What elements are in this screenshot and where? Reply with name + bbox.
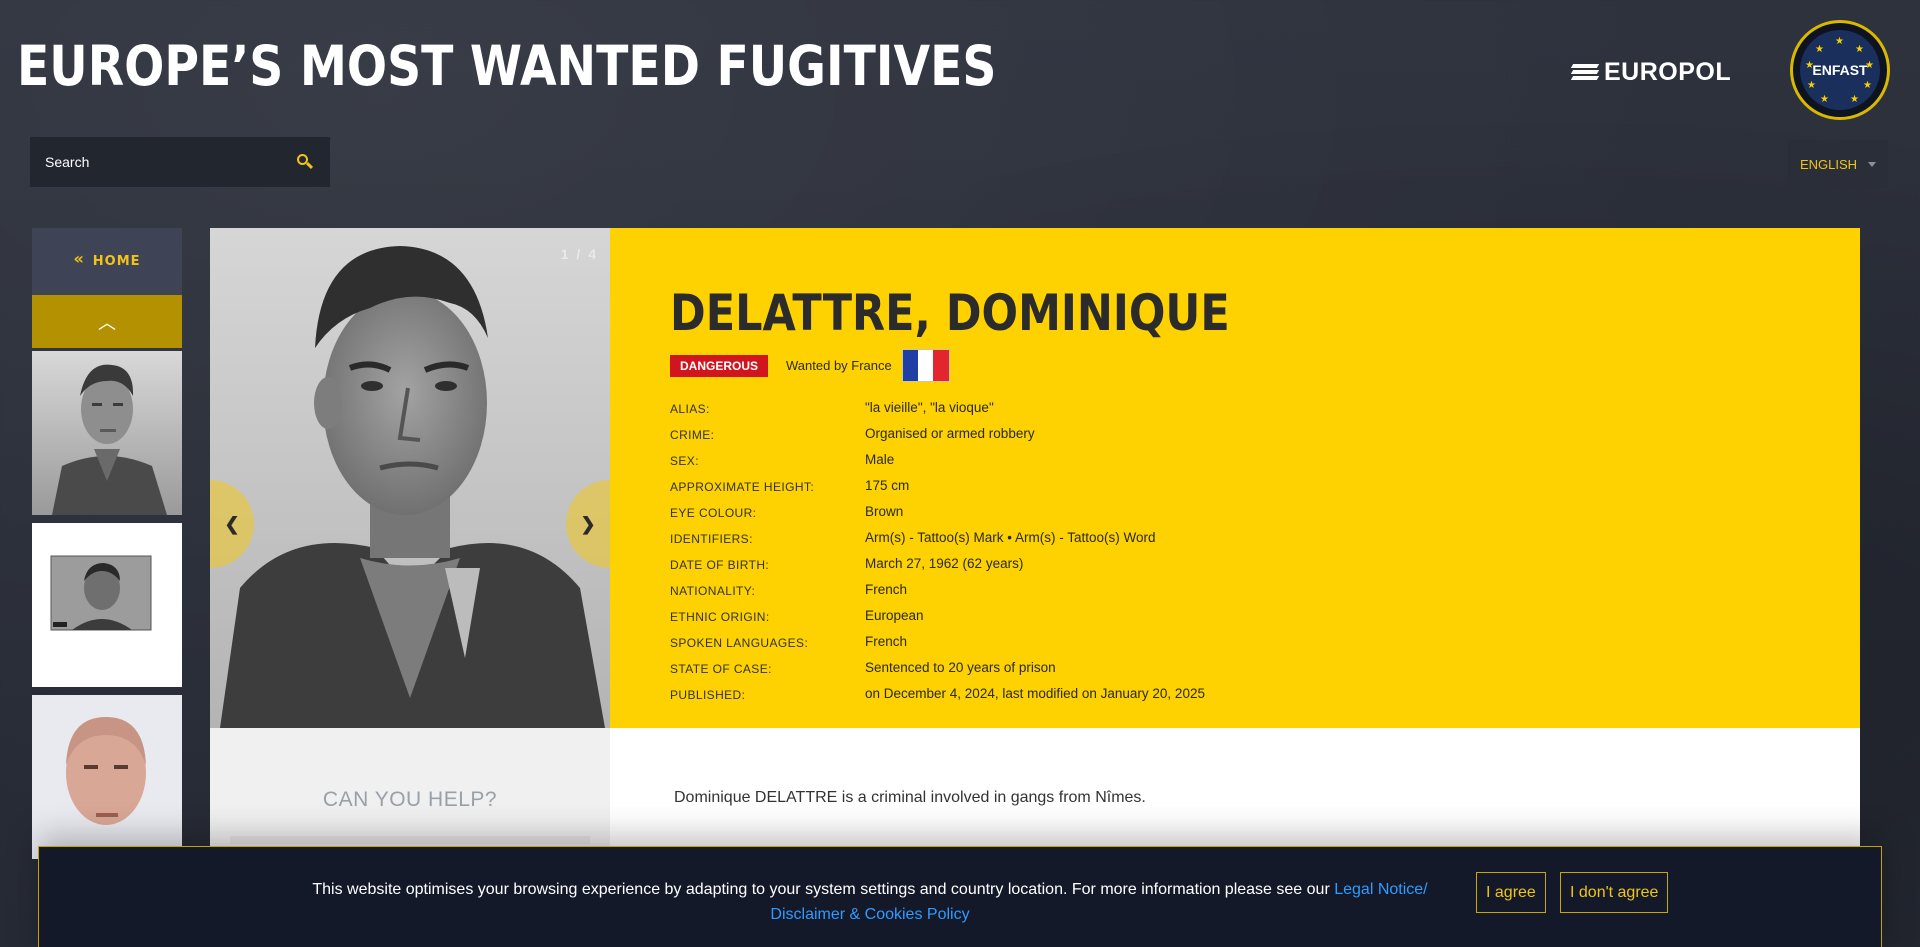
fugitive-portrait-image [210, 228, 610, 728]
language-select[interactable]: ENGLISH [1788, 140, 1888, 188]
fugitive-thumbnail-photo [32, 695, 182, 859]
detail-label: ALIAS: [670, 402, 710, 416]
detail-label: CRIME: [670, 428, 715, 442]
fugitive-info-panel: DELATTRE, DOMINIQUE DANGEROUS Wanted by … [610, 228, 1860, 728]
fugitive-thumbnail[interactable] [32, 695, 182, 859]
chevron-right-icon: ❯ [580, 513, 596, 534]
home-label: HOME [92, 254, 141, 269]
detail-row: IDENTIFIERS: Arm(s) - Tattoo(s) Mark • Ar… [670, 524, 1860, 550]
detail-value: French [865, 633, 908, 649]
detail-label: APPROXIMATE HEIGHT: [670, 480, 815, 494]
detail-value: Male [865, 451, 895, 467]
detail-row: EYE COLOUR: Brown [670, 498, 1860, 524]
enfast-logo[interactable]: ★ ★ ★ ★ ★ ★ ★ ★ ★ ENFAST [1790, 20, 1890, 120]
language-selected: ENGLISH [1800, 156, 1858, 172]
detail-value: Brown [865, 503, 904, 519]
chevron-left-icon: ❮ [224, 513, 240, 534]
detail-value: March 27, 1962 (62 years) [865, 555, 1024, 571]
search-icon[interactable] [295, 152, 315, 172]
detail-label: STATE OF CASE: [670, 662, 772, 676]
fugitive-name: DELATTRE, DOMINIQUE [670, 284, 1230, 342]
fugitive-thumbnail[interactable] [32, 351, 182, 515]
europol-mark-icon [1570, 62, 1600, 82]
help-title: CAN YOU HELP? [322, 788, 498, 811]
fugitive-description: Dominique DELATTRE is a criminal involve… [674, 789, 1146, 806]
detail-label: SPOKEN LANGUAGES: [670, 636, 809, 650]
detail-label: PUBLISHED: [670, 688, 746, 702]
detail-row: DATE OF BIRTH: March 27, 1962 (62 years) [670, 550, 1860, 576]
detail-row: SEX: Male [670, 446, 1860, 472]
fugitive-details-list: ALIAS: "la vieille", "la vioque" CRIME: Org… [670, 394, 1860, 706]
detail-row: APPROXIMATE HEIGHT: 175 cm [670, 472, 1860, 498]
search-bar [30, 137, 330, 187]
detail-value: on December 4, 2024, last modified on Ja… [865, 685, 1205, 701]
france-flag-icon [901, 349, 950, 382]
detail-value: 175 cm [865, 477, 910, 493]
europol-logo-text: EUROPOL [1604, 57, 1732, 86]
sidebar: « HOME ︿ [32, 228, 182, 859]
scroll-up-button[interactable]: ︿ [32, 295, 182, 348]
legal-notice-link[interactable]: Legal Notice/ [1334, 881, 1427, 898]
wanted-by-text: Wanted by France [786, 358, 892, 373]
detail-row: SPOKEN LANGUAGES: French [670, 628, 1860, 654]
detail-value: Arm(s) - Tattoo(s) Mark • Arm(s) - Tatto… [865, 529, 1156, 545]
detail-row: ALIAS: "la vieille", "la vioque" [670, 394, 1860, 420]
fugitive-profile-card: 1 / 4 ❮ ❯ DELATTRE, DOMINIQUE DANGEROUS … [210, 228, 1860, 947]
help-form-field[interactable] [230, 836, 590, 844]
chevron-down-icon [1868, 161, 1876, 167]
detail-value: European [865, 607, 924, 623]
chevron-up-icon: ︿ [98, 312, 116, 333]
detail-label: DATE OF BIRTH: [670, 558, 770, 572]
cookies-policy-link[interactable]: Disclaimer & Cookies Policy [770, 906, 969, 923]
fugitive-thumbnail-photo [32, 351, 182, 515]
fugitive-thumbnail-photo [32, 523, 182, 687]
detail-value: "la vieille", "la vioque" [865, 399, 994, 415]
detail-label: IDENTIFIERS: [670, 532, 753, 546]
enfast-logo-text: ENFAST [1812, 62, 1868, 78]
flag-stripe [933, 350, 949, 381]
detail-value: Organised or armed robbery [865, 425, 1035, 441]
detail-row: PUBLISHED: on December 4, 2024, last modi… [670, 680, 1860, 706]
dangerous-badge: DANGEROUS [670, 354, 769, 377]
cookie-text: This website optimises your browsing exp… [312, 881, 1335, 898]
disagree-button[interactable]: I don't agree [1560, 872, 1669, 913]
detail-label: NATIONALITY: [670, 584, 756, 598]
detail-label: ETHNIC ORIGIN: [670, 610, 770, 624]
fugitive-thumbnail[interactable] [32, 523, 182, 687]
site-title: EUROPE’S MOST WANTED FUGITIVES [17, 34, 997, 98]
detail-label: SEX: [670, 454, 699, 468]
agree-button[interactable]: I agree [1476, 872, 1546, 913]
search-input[interactable] [45, 154, 295, 170]
home-button[interactable]: « HOME [32, 228, 182, 295]
cookie-banner: This website optimises your browsing exp… [38, 846, 1882, 947]
double-chevron-left-icon: « [73, 249, 85, 268]
detail-row: NATIONALITY: French [670, 576, 1860, 602]
detail-row: STATE OF CASE: Sentenced to 20 years of p… [670, 654, 1860, 680]
fugitive-main-photo: 1 / 4 ❮ ❯ [210, 228, 610, 728]
flag-stripe [918, 350, 934, 381]
europol-logo[interactable]: EUROPOL [1570, 57, 1750, 86]
detail-row: CRIME: Organised or armed robbery [670, 420, 1860, 446]
detail-value: French [865, 581, 908, 597]
photo-counter: 1 / 4 [560, 246, 598, 262]
detail-label: EYE COLOUR: [670, 506, 757, 520]
detail-row: ETHNIC ORIGIN: European [670, 602, 1860, 628]
flag-stripe [902, 350, 919, 381]
detail-value: Sentenced to 20 years of prison [865, 659, 1056, 675]
